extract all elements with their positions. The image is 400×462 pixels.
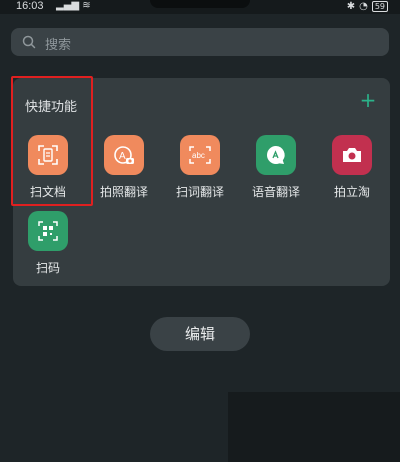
quick-item-photo-translate[interactable]: A 拍照翻译 (86, 135, 162, 200)
quick-item-label: 扫码 (35, 261, 60, 275)
quick-item-pailitao[interactable]: 拍立淘 (314, 135, 390, 200)
bluetooth-icon: ✱ (346, 1, 356, 12)
panel-title: 快捷功能 (25, 100, 78, 115)
alarm-icon: ◔ (359, 1, 368, 12)
status-time: 16:03 (16, 0, 44, 12)
add-button[interactable]: + (358, 90, 378, 110)
quick-item-label: 拍照翻译 (99, 185, 148, 199)
svg-text:abc: abc (192, 151, 205, 160)
status-right-icons: ✱ ◔ 59 (347, 1, 388, 12)
quick-item-label: 拍立淘 (333, 185, 370, 199)
quick-item-label: 语音翻译 (251, 185, 300, 199)
voice-translate-icon (256, 135, 296, 175)
qr-scan-icon (28, 211, 68, 251)
quick-item-label: 扫文档 (29, 185, 66, 199)
battery-icon: 59 (371, 1, 388, 12)
svg-text:A: A (119, 151, 126, 162)
status-bar: 16:03 ▂▄▆ ≋ ✱ ◔ 59 (0, 0, 400, 16)
scan-word-translate-icon: abc (180, 135, 220, 175)
edit-button[interactable]: 编辑 (150, 317, 250, 351)
quick-item-scan-word-translate[interactable]: abc 扫词翻译 (162, 135, 238, 200)
quick-item-voice-translate[interactable]: 语音翻译 (238, 135, 314, 200)
pailitao-camera-icon (332, 135, 372, 175)
search-bar[interactable]: 搜索 (11, 28, 389, 56)
background-shade (228, 392, 400, 462)
quick-item-label: 扫词翻译 (175, 185, 224, 199)
signal-icon: ▂▄▆ ≋ (56, 0, 91, 11)
quick-item-qr-scan[interactable]: 扫码 (10, 211, 86, 276)
search-input[interactable]: 搜索 (45, 34, 71, 53)
scan-document-icon (28, 135, 68, 175)
photo-translate-icon: A (104, 135, 144, 175)
search-icon (22, 35, 36, 49)
quick-item-scan-document[interactable]: 扫文档 (10, 135, 86, 200)
